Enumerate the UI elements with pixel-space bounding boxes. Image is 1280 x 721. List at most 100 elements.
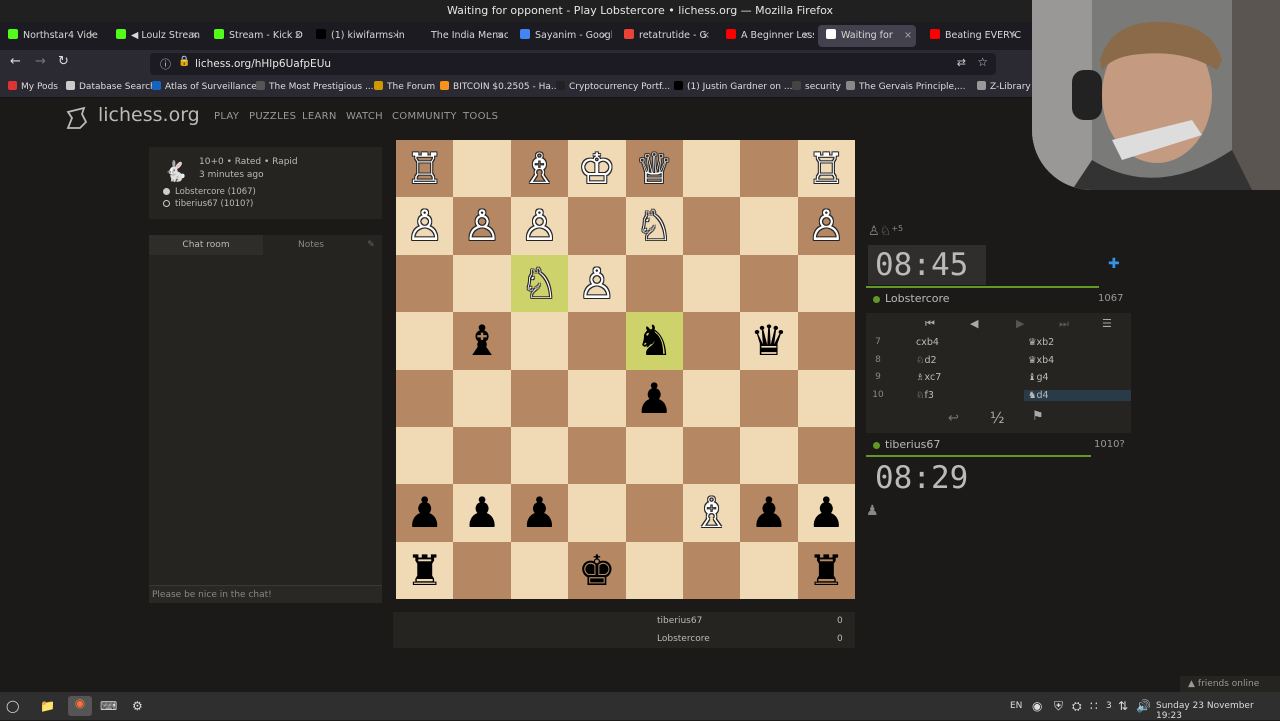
bookmark-item[interactable]: Atlas of Surveillance xyxy=(152,78,257,97)
record-icon[interactable]: ◉ xyxy=(1032,699,1042,713)
nav-watch[interactable]: WATCH xyxy=(346,111,383,122)
bookmark-item[interactable]: security xyxy=(792,78,841,97)
white-rook-h1-icon[interactable]: ♖ xyxy=(396,140,453,197)
black-move[interactable]: ♛xb4 xyxy=(1028,355,1054,366)
square-d3[interactable] xyxy=(625,254,683,313)
tab-9[interactable]: Waiting for × xyxy=(818,25,916,47)
bookmark-item[interactable]: Cryptocurrency Portf... xyxy=(556,78,670,97)
translate-icon[interactable]: ⇄ xyxy=(957,56,966,69)
tab-close-icon[interactable]: × xyxy=(294,25,302,47)
back-icon[interactable]: ← xyxy=(10,54,21,69)
menu-icon[interactable]: ☰ xyxy=(1102,317,1112,330)
white-knight-d2-icon[interactable]: ♘ xyxy=(626,197,683,254)
tab-chat-room[interactable]: Chat room xyxy=(149,235,263,255)
square-c4[interactable] xyxy=(682,312,741,370)
square-c2[interactable] xyxy=(682,197,741,255)
white-player-line[interactable]: Lobstercore (1067) xyxy=(163,187,256,197)
bluetooth-icon[interactable]: ∷ xyxy=(1090,699,1098,713)
files-folder-icon[interactable]: 📁 xyxy=(40,699,55,713)
black-pawn-g7-icon[interactable]: ♟ xyxy=(453,484,510,541)
nav-tools[interactable]: TOOLS xyxy=(463,111,498,122)
square-b3[interactable] xyxy=(740,254,798,313)
white-pawn-e3-icon[interactable]: ♙ xyxy=(568,255,625,312)
white-move[interactable]: cxb4 xyxy=(916,337,939,348)
tab-close-icon[interactable]: × xyxy=(191,25,199,47)
bottom-player-name-line[interactable]: tiberius67 xyxy=(873,438,940,451)
square-h3[interactable] xyxy=(396,254,454,313)
bookmark-item[interactable]: BITCOIN $0.2505 - Ha... xyxy=(440,78,559,97)
obs-icon[interactable]: ⚙ xyxy=(132,699,143,713)
square-h6[interactable] xyxy=(396,426,454,485)
square-b6[interactable] xyxy=(740,426,798,485)
start-menu-icon[interactable]: ◯ xyxy=(6,699,19,713)
square-c5[interactable] xyxy=(682,369,741,427)
tab-close-icon[interactable]: × xyxy=(904,25,912,47)
white-pawn-g2-icon[interactable]: ♙ xyxy=(453,197,510,254)
volume-icon[interactable]: 🔊 xyxy=(1136,699,1151,713)
black-pawn-h7-icon[interactable]: ♟ xyxy=(396,484,453,541)
chess-board[interactable]: ♖ ♗ ♔ ♕ ♖ ♙ ♙ ♙ ♘ ♙ ♘ ♙ ♝ ♞ ♛ ♟ ♟ ♟ ♟ ♗ ♟ ♟ ♜ ♚ ♜ xyxy=(396,140,855,599)
black-move[interactable]: ♝g4 xyxy=(1028,372,1049,383)
square-b8[interactable] xyxy=(740,541,798,599)
square-g1[interactable] xyxy=(453,140,511,198)
black-king-e8-icon[interactable]: ♚ xyxy=(568,542,625,599)
url-text[interactable]: lichess.org/hHlp6UafpEUu xyxy=(195,53,331,75)
first-move-icon[interactable]: ⏮ xyxy=(925,317,935,331)
tab-5[interactable]: The India Menace |× xyxy=(408,25,508,47)
square-a5[interactable] xyxy=(797,369,855,427)
square-g8[interactable] xyxy=(453,541,511,599)
clock-datetime[interactable]: Sunday 23 November 19:23 xyxy=(1156,701,1280,721)
square-g3[interactable] xyxy=(453,254,511,313)
tab-close-icon[interactable]: × xyxy=(496,25,504,47)
square-g6[interactable] xyxy=(453,426,511,485)
tab-close-icon[interactable]: × xyxy=(392,25,400,47)
chat-input[interactable]: Please be nice in the chat! xyxy=(149,585,382,603)
lock-icon[interactable]: 🔒 xyxy=(178,56,190,67)
reload-icon[interactable]: ↻ xyxy=(58,54,69,69)
square-d7[interactable] xyxy=(625,484,683,542)
square-b5[interactable] xyxy=(740,369,798,427)
black-rook-h8-icon[interactable]: ♜ xyxy=(396,542,453,599)
white-player[interactable]: Lobstercore (1067) xyxy=(175,187,256,197)
square-a3[interactable] xyxy=(797,254,855,313)
white-knight-f3-icon[interactable]: ♘ xyxy=(511,255,568,312)
white-move[interactable]: ♘d2 xyxy=(916,355,937,366)
bookmark-star-icon[interactable]: ☆ xyxy=(977,55,988,69)
tab-4[interactable]: (1) kiwifarms in × xyxy=(308,25,404,47)
bottom-player-name[interactable]: tiberius67 xyxy=(885,438,940,451)
square-h4[interactable] xyxy=(396,312,454,370)
bookmark-item[interactable]: Database Search xyxy=(66,78,156,97)
black-pawn-d5-icon[interactable]: ♟ xyxy=(626,370,683,427)
square-h5[interactable] xyxy=(396,369,454,427)
black-queen-b4-icon[interactable]: ♛ xyxy=(740,312,797,369)
square-d6[interactable] xyxy=(625,426,683,485)
nav-learn[interactable]: LEARN xyxy=(302,111,337,122)
language-indicator[interactable]: EN xyxy=(1010,701,1022,711)
black-pawn-b7-icon[interactable]: ♟ xyxy=(740,484,797,541)
white-queen-d1-icon[interactable]: ♕ xyxy=(626,140,683,197)
white-rook-a1-icon[interactable]: ♖ xyxy=(798,140,855,197)
prev-move-icon[interactable]: ◀ xyxy=(970,317,978,330)
black-move[interactable]: ♛xb2 xyxy=(1028,337,1054,348)
square-a4[interactable] xyxy=(797,312,855,370)
white-pawn-f2-icon[interactable]: ♙ xyxy=(511,197,568,254)
tab-7[interactable]: retatrutide - G × xyxy=(616,25,714,47)
site-logo-text[interactable]: lichess.org xyxy=(98,104,200,126)
firefox-task-icon[interactable]: ◉ xyxy=(68,696,92,716)
white-bishop-f1-icon[interactable]: ♗ xyxy=(511,140,568,197)
square-g5[interactable] xyxy=(453,369,511,427)
tab-close-icon[interactable]: × xyxy=(802,25,810,47)
square-e6[interactable] xyxy=(568,426,626,485)
notification-count[interactable]: 3 xyxy=(1106,701,1112,711)
black-knight-d4-icon[interactable]: ♞ xyxy=(626,312,683,369)
white-move[interactable]: ♗xc7 xyxy=(916,372,941,383)
terminal-icon[interactable]: ⌨ xyxy=(100,699,117,713)
offer-draw-button[interactable]: ½ xyxy=(990,409,1005,427)
white-king-e1-icon[interactable]: ♔ xyxy=(568,140,625,197)
black-pawn-a7-icon[interactable]: ♟ xyxy=(798,484,855,541)
forward-icon[interactable]: → xyxy=(35,54,46,69)
square-f5[interactable] xyxy=(510,369,569,427)
tab-1[interactable]: Northstar4 Vide × xyxy=(0,25,100,47)
url-bar[interactable]: ⓘ 🔒 lichess.org/hHlp6UafpEUu ⇄ ☆ xyxy=(150,53,996,75)
square-e7[interactable] xyxy=(568,484,626,542)
